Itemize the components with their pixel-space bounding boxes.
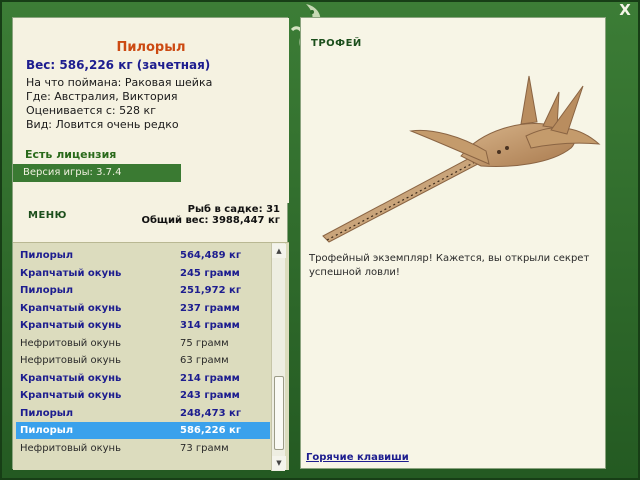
keepnet-count: Рыб в садке: 31 <box>187 204 280 215</box>
catch-fish-name: Пилорыл <box>20 407 74 419</box>
close-icon: X <box>619 1 631 19</box>
game-version: Версия игры: 3.7.4 <box>13 164 181 182</box>
catch-list-item[interactable]: Крапчатый окунь 245 грамм <box>16 265 270 282</box>
catch-list-item[interactable]: Нефритовый окунь 73 грамм <box>16 440 270 457</box>
catch-list-item[interactable]: Крапчатый окунь 214 грамм <box>16 370 270 387</box>
catch-fish-name: Нефритовый окунь <box>20 442 121 454</box>
scroll-down-icon[interactable]: ▼ <box>272 456 286 470</box>
catch-fish-name: Нефритовый окунь <box>20 355 121 366</box>
catch-list-item[interactable]: Крапчатый окунь 314 грамм <box>16 317 270 334</box>
catch-list-item[interactable]: Пилорыл 251,972 кг <box>16 282 270 299</box>
catch-list-item[interactable]: Крапчатый окунь 237 грамм <box>16 300 270 317</box>
catch-list-item[interactable]: Крапчатый окунь 243 грамм <box>16 387 270 404</box>
fish-title: Пилорыл <box>116 40 186 55</box>
trophy-message: Трофейный экземпляр! Кажется, вы открыли… <box>309 253 590 278</box>
catch-fish-weight: 214 грамм <box>180 372 240 384</box>
catch-fish-weight: 75 грамм <box>180 337 229 349</box>
catch-list-scrollbar[interactable]: ▲ ▼ <box>271 243 286 471</box>
catch-list-item[interactable]: Пилорыл 564,489 кг <box>16 247 270 264</box>
catch-fish-weight: 73 грамм <box>180 442 229 454</box>
catch-fish-weight: 63 грамм <box>180 355 229 366</box>
hotkeys-link[interactable]: Горячие клавиши <box>306 452 409 463</box>
catch-fish-weight: 314 грамм <box>180 320 240 331</box>
fish-weight: Вес: 586,226 кг (зачетная) <box>26 58 211 72</box>
catch-fish-weight: 251,972 кг <box>180 285 242 296</box>
catch-fish-name: Крапчатый окунь <box>20 320 122 331</box>
value-info: Оценивается с: 528 кг <box>26 104 156 117</box>
catch-fish-name: Крапчатый окунь <box>20 390 122 401</box>
catch-fish-weight: 243 грамм <box>180 390 240 401</box>
catch-list-item[interactable]: Пилорыл 586,226 кг <box>16 422 270 439</box>
catch-fish-name: Крапчатый окунь <box>20 302 122 314</box>
catch-list-item[interactable]: Пилорыл 248,473 кг <box>16 405 270 422</box>
bait-info: На что поймана: Раковая шейка <box>26 76 213 89</box>
catch-fish-name: Пилорыл <box>20 425 74 436</box>
catch-fish-name: Крапчатый окунь <box>20 372 122 384</box>
right-panel: ТРОФЕЙ Трофейный экземпляр! Кажется, вы … <box>300 17 606 469</box>
catch-fish-weight: 586,226 кг <box>180 425 242 436</box>
trophy-label: ТРОФЕЙ <box>311 38 362 49</box>
close-button[interactable]: X <box>613 0 637 20</box>
scroll-up-icon[interactable]: ▲ <box>272 244 286 258</box>
license-status: Есть лицензия <box>25 148 117 161</box>
fish-info-box: Пилорыл Вес: 586,226 кг (зачетная) На чт… <box>13 18 289 203</box>
catch-list-item[interactable]: Нефритовый окунь 75 грамм <box>16 335 270 352</box>
keepnet-total-weight: Общий вес: 3988,447 кг <box>141 215 280 226</box>
rarity-info: Вид: Ловится очень редко <box>26 118 179 131</box>
left-panel: Пилорыл Вес: 586,226 кг (зачетная) На чт… <box>12 17 289 471</box>
catch-fish-name: Пилорыл <box>20 285 74 296</box>
catch-list[interactable]: Пилорыл 564,489 кг Крапчатый окунь 245 грам… <box>13 242 289 471</box>
sawfish-image <box>322 75 601 243</box>
menu-button[interactable]: МЕНЮ <box>28 210 67 221</box>
catch-fish-name: Крапчатый окунь <box>20 267 122 279</box>
catch-fish-weight: 245 грамм <box>180 267 240 279</box>
catch-fish-weight: 248,473 кг <box>180 407 242 419</box>
location-info: Где: Австралия, Виктория <box>26 90 178 103</box>
catch-fish-weight: 564,489 кг <box>180 250 242 261</box>
catch-fish-name: Нефритовый окунь <box>20 337 121 349</box>
catch-fish-weight: 237 грамм <box>180 302 240 314</box>
catch-list-item[interactable]: Нефритовый окунь 63 грамм <box>16 352 270 369</box>
catch-fish-name: Пилорыл <box>20 250 74 261</box>
scroll-thumb[interactable] <box>274 376 284 450</box>
